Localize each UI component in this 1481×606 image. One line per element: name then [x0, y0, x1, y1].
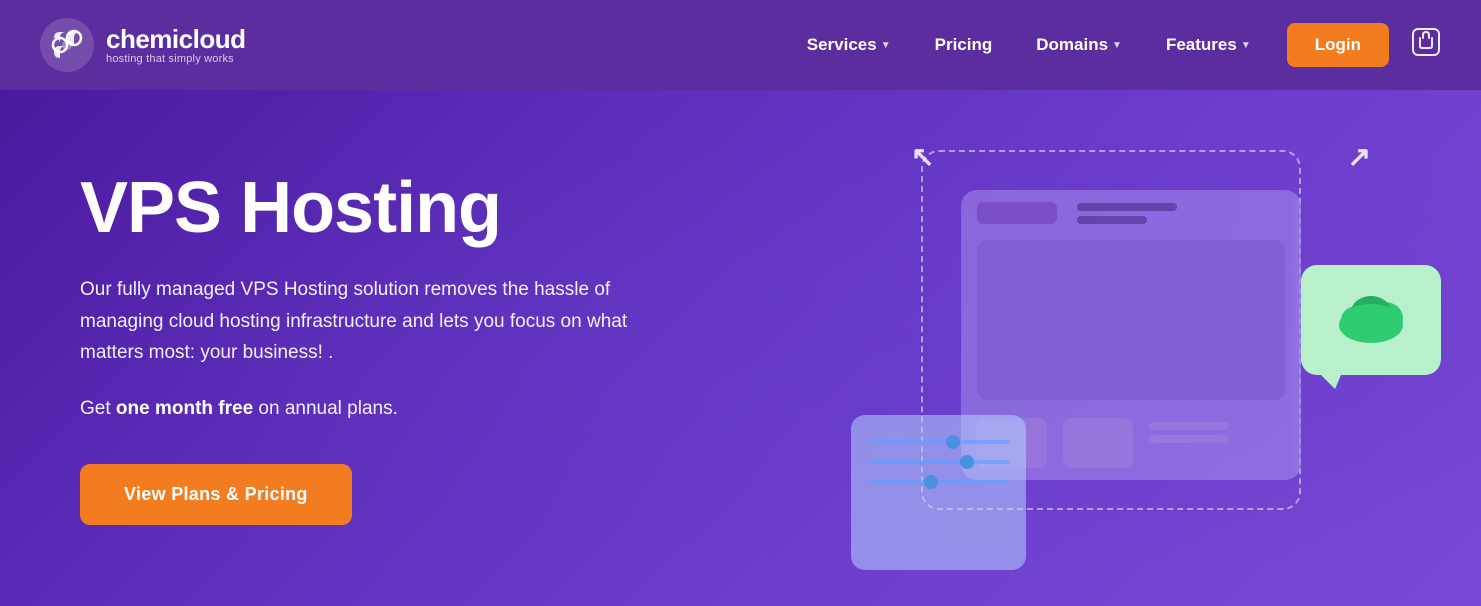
illus-line	[1149, 422, 1229, 430]
nav-item-domains[interactable]: Domains ▼	[1018, 25, 1140, 65]
nav-item-features[interactable]: Features ▼	[1148, 25, 1269, 65]
hero-section: VPS Hosting Our fully managed VPS Hostin…	[0, 90, 1481, 606]
illus-line	[1077, 203, 1177, 211]
chevron-down-icon: ▼	[881, 40, 891, 51]
illus-slider-card	[851, 415, 1026, 570]
slider-row	[867, 439, 1010, 445]
nav-links: Services ▼ Pricing Domains ▼ Features ▼ …	[789, 23, 1441, 67]
slider-handle	[946, 435, 960, 449]
login-button[interactable]: Login	[1287, 23, 1389, 67]
navbar: chemicloud hosting that simply works Ser…	[0, 0, 1481, 90]
chevron-down-icon: ▼	[1112, 40, 1122, 51]
hero-illustration: ↖ ↗	[831, 110, 1451, 600]
hero-title: VPS Hosting	[80, 171, 660, 247]
illus-browser-header-block	[977, 202, 1057, 224]
illus-line	[1077, 216, 1147, 224]
hero-description: Our fully managed VPS Hosting solution r…	[80, 274, 660, 368]
slider-handle	[960, 455, 974, 469]
logo-tagline: hosting that simply works	[106, 53, 245, 65]
slider-handle	[924, 475, 938, 489]
illus-thumb	[1063, 418, 1133, 468]
hero-content: VPS Hosting Our fully managed VPS Hostin…	[80, 171, 660, 526]
cloud-icon	[1331, 290, 1411, 350]
slider-line	[867, 440, 1010, 444]
slider-row	[867, 459, 1010, 465]
cta-button[interactable]: View Plans & Pricing	[80, 464, 352, 525]
slider-row	[867, 479, 1010, 485]
arrow-topright-icon: ↗	[1348, 140, 1371, 173]
slider-track	[867, 431, 1010, 485]
illus-cloud-notification	[1301, 265, 1441, 375]
slider-line	[867, 460, 1010, 464]
nav-item-pricing[interactable]: Pricing	[917, 25, 1011, 65]
cart-icon[interactable]	[1411, 27, 1441, 64]
illus-line	[1149, 435, 1229, 443]
logo-name: chemicloud	[106, 25, 245, 54]
illus-browser-body	[977, 240, 1285, 400]
slider-line	[867, 480, 1010, 484]
hero-promo: Get one month free on annual plans.	[80, 398, 660, 420]
chevron-down-icon: ▼	[1241, 40, 1251, 51]
logo-icon	[40, 18, 94, 72]
nav-item-services[interactable]: Services ▼	[789, 25, 909, 65]
illus-thumb-lines	[1149, 418, 1229, 468]
logo[interactable]: chemicloud hosting that simply works	[40, 18, 245, 72]
